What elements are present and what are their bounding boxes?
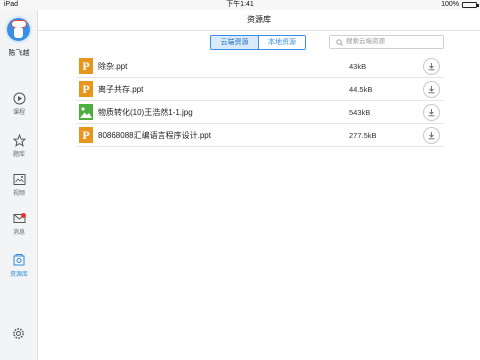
download-button[interactable] (423, 58, 440, 75)
file-size: 277.5kB (349, 131, 377, 140)
download-button[interactable] (423, 127, 440, 144)
status-bar: iPad 下午1:41 100% (0, 0, 480, 10)
download-icon (428, 109, 435, 117)
sidebar-item-question-bank[interactable]: 题库 (0, 134, 38, 168)
battery-percent: 100% (441, 1, 459, 8)
search-placeholder: 搜索云端资源 (346, 38, 385, 45)
page-title: 资源库 (38, 10, 480, 31)
sidebar-item-label: 资源库 (9, 272, 28, 278)
settings-button[interactable] (12, 327, 25, 345)
file-size: 543kB (349, 108, 371, 117)
download-button[interactable] (423, 104, 440, 121)
username: 陈飞越 (8, 50, 30, 57)
download-button[interactable] (423, 81, 440, 98)
file-name: 除杂.ppt (98, 62, 128, 71)
battery-icon (462, 2, 479, 8)
battery-status: 100% (441, 0, 479, 10)
search-input[interactable]: 搜索云端资源 (329, 35, 444, 49)
sidebar-item-label: 课程 (12, 110, 25, 116)
file-size: 44.5kB (349, 85, 373, 94)
clock: 下午1:41 (226, 1, 254, 8)
list-item[interactable]: P 离子共存.ppt 44.5kB (76, 78, 444, 101)
gear-icon (13, 328, 24, 339)
list-item[interactable]: P 除杂.ppt 43kB (76, 55, 444, 78)
sidebar-item-resources[interactable]: 资源库 (0, 253, 38, 287)
sidebar-item-label: 消息 (12, 230, 25, 236)
ppt-file-icon: P (79, 58, 93, 74)
play-circle-icon (13, 92, 25, 105)
tab-cloud-resources[interactable]: 云端资源 (211, 36, 258, 49)
download-icon (428, 86, 435, 94)
sidebar-item-label: 视频 (12, 191, 25, 197)
image-file-icon (79, 104, 93, 120)
search-icon (336, 39, 343, 46)
sidebar-item-course[interactable]: 课程 (0, 92, 38, 126)
file-list: P 除杂.ppt 43kB P 离子共存.ppt 44.5kB 物质转化(10)… (76, 55, 444, 147)
notification-badge (21, 213, 26, 218)
sidebar: 陈飞越 课程 题库 视频 消息 资源库 (0, 10, 38, 360)
ppt-file-icon: P (79, 81, 93, 97)
list-item[interactable]: P 80868088汇编语言程序设计.ppt 277.5kB (76, 124, 444, 147)
file-name: 物质转化(10)王浩然1-1.jpg (98, 108, 193, 117)
file-name: 离子共存.ppt (98, 85, 144, 94)
ppt-file-icon: P (79, 127, 93, 143)
video-icon (13, 174, 25, 185)
download-icon (428, 63, 435, 71)
file-size: 43kB (349, 62, 367, 71)
sidebar-item-label: 题库 (12, 152, 25, 158)
list-item[interactable]: 物质转化(10)王浩然1-1.jpg 543kB (76, 101, 444, 124)
resource-icon (13, 254, 25, 266)
star-icon (12, 134, 26, 147)
avatar[interactable] (5, 16, 32, 43)
sidebar-item-video[interactable]: 视频 (0, 173, 38, 207)
tab-local-resources[interactable]: 本地资源 (258, 36, 305, 49)
download-icon (428, 132, 435, 140)
sidebar-item-messages[interactable]: 消息 (0, 212, 38, 246)
resource-source-tabs: 云端资源 本地资源 (210, 35, 306, 50)
file-name: 80868088汇编语言程序设计.ppt (98, 131, 211, 140)
